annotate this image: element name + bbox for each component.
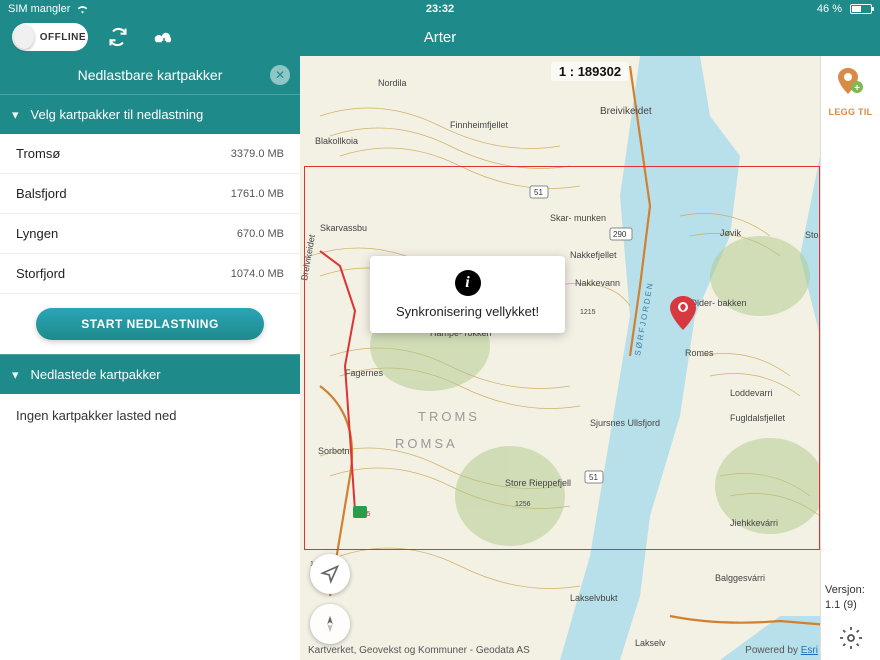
svg-text:Jiehkkevárri: Jiehkkevárri [730, 518, 778, 528]
svg-text:+: + [854, 83, 860, 94]
svg-text:Sorbotn: Sorbotn [318, 446, 350, 456]
esri-link[interactable]: Esri [801, 645, 818, 656]
battery-pct: 46 % [817, 3, 842, 15]
map-scale: 1 : 189302 [551, 62, 629, 81]
cloud-download-button[interactable] [148, 21, 180, 53]
offline-label: OFFLINE [40, 32, 86, 43]
settings-button[interactable] [821, 626, 880, 650]
svg-text:ROMSA: ROMSA [395, 436, 458, 451]
svg-text:51: 51 [534, 188, 543, 197]
powered-by: Powered by Esri [745, 645, 818, 656]
svg-text:Romes: Romes [685, 348, 714, 358]
sidebar: Nedlastbare kartpakker ✕ ▾ Velg kartpakk… [0, 56, 300, 660]
svg-text:1256: 1256 [515, 501, 531, 508]
package-item[interactable]: Tromsø 3379.0 MB [0, 134, 300, 174]
sync-success-popup: i Synkronisering vellykket! [370, 256, 565, 333]
sidebar-header: Nedlastbare kartpakker ✕ [0, 56, 300, 94]
svg-text:Loddevarri: Loddevarri [730, 388, 773, 398]
svg-text:Lakselvbukt: Lakselvbukt [570, 593, 618, 603]
svg-text:Skar- munken: Skar- munken [550, 213, 606, 223]
close-sidebar-button[interactable]: ✕ [270, 65, 290, 85]
svg-text:Balggesvárri: Balggesvárri [715, 573, 765, 583]
svg-text:290: 290 [613, 230, 627, 239]
package-item[interactable]: Lyngen 670.0 MB [0, 214, 300, 254]
section-available[interactable]: ▾ Velg kartpakker til nedlastning [0, 94, 300, 134]
svg-text:Lakselv: Lakselv [635, 638, 666, 648]
carrier-text: SIM mangler [8, 3, 70, 15]
status-bar: SIM mangler 23:32 46 % [0, 0, 880, 18]
chevron-down-icon: ▾ [12, 367, 19, 383]
sidebar-title: Nedlastbare kartpakker [78, 67, 223, 83]
app-title: Arter [424, 29, 457, 46]
map[interactable]: Blakollkoia Nordila Finnheimfjellet Brei… [300, 56, 880, 660]
svg-text:Nakkefjellet: Nakkefjellet [570, 250, 617, 260]
svg-text:1215: 1215 [580, 309, 596, 316]
map-marker[interactable] [670, 296, 696, 335]
svg-text:Fugldalsfjellet: Fugldalsfjellet [730, 413, 786, 423]
battery-icon [850, 4, 872, 14]
clock: 23:32 [426, 3, 454, 15]
package-item[interactable]: Storfjord 1074.0 MB [0, 254, 300, 294]
svg-text:Nordila: Nordila [378, 78, 407, 88]
add-feature-button[interactable]: + LEGG TIL [821, 56, 880, 129]
version-info: Versjon:1.1 (9) [825, 583, 876, 612]
svg-text:51: 51 [589, 473, 598, 482]
start-download-button[interactable]: START NEDLASTNING [36, 308, 264, 340]
svg-text:TROMS: TROMS [418, 409, 480, 424]
svg-text:Store Rieppefjell: Store Rieppefjell [505, 478, 571, 488]
right-rail: + LEGG TIL Versjon:1.1 (9) [820, 56, 880, 660]
compass-button[interactable] [310, 604, 350, 644]
section-downloaded[interactable]: ▾ Nedlastede kartpakker [0, 354, 300, 394]
svg-text:Breivikeidet: Breivikeidet [600, 106, 652, 117]
package-item[interactable]: Balsfjord 1761.0 MB [0, 174, 300, 214]
sync-button[interactable] [102, 21, 134, 53]
top-toolbar: OFFLINE Arter [0, 18, 880, 56]
info-icon: i [455, 270, 481, 296]
svg-text:Finnheimfjellet: Finnheimfjellet [450, 120, 509, 130]
offline-toggle[interactable]: OFFLINE [12, 23, 88, 51]
chevron-down-icon: ▾ [12, 107, 19, 123]
svg-text:Nakkevann: Nakkevann [575, 278, 620, 288]
map-attribution: Kartverket, Geovekst og Kommuner - Geoda… [308, 645, 530, 656]
wifi-icon [76, 4, 89, 14]
map-canvas[interactable]: Blakollkoia Nordila Finnheimfjellet Brei… [300, 56, 880, 660]
empty-message: Ingen kartpakker lasted ned [0, 394, 300, 437]
svg-text:Jøvik: Jøvik [720, 228, 741, 238]
svg-text:Fagernes: Fagernes [345, 368, 384, 378]
svg-text:Older- bakken: Older- bakken [690, 298, 747, 308]
popup-text: Synkronisering vellykket! [396, 304, 539, 319]
svg-text:Sjursnes Ullsfjord: Sjursnes Ullsfjord [590, 418, 660, 428]
svg-text:Blakollkoia: Blakollkoia [315, 136, 358, 146]
svg-text:Skarvassbu: Skarvassbu [320, 223, 367, 233]
locate-button[interactable] [310, 554, 350, 594]
